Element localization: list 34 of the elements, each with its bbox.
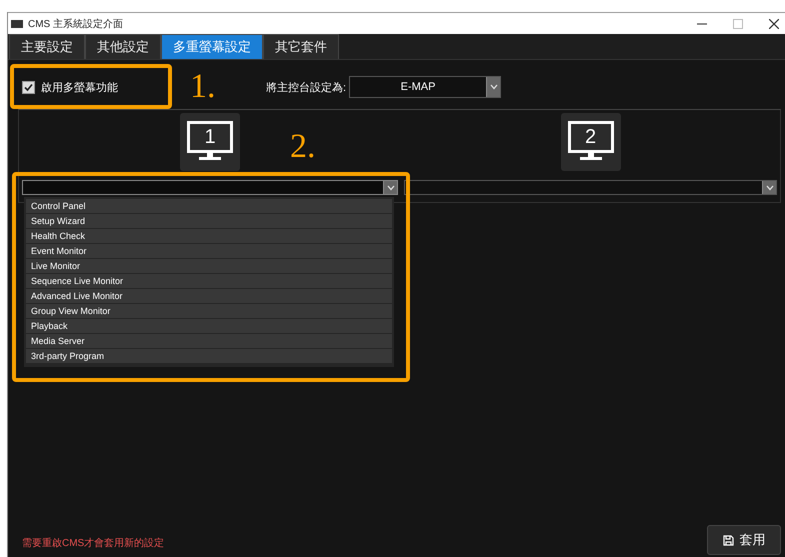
caret-icon bbox=[490, 84, 498, 90]
monitor-button[interactable]: 1 bbox=[180, 113, 240, 171]
dropdown-option[interactable]: Live Monitor bbox=[26, 259, 392, 273]
apply-button[interactable]: 套用 bbox=[707, 525, 781, 555]
dropdown-option[interactable]: 3rd-party Program bbox=[26, 349, 392, 363]
checkbox[interactable] bbox=[22, 80, 35, 94]
dropdown-option[interactable]: Group View Monitor bbox=[26, 304, 392, 318]
dropdown-option[interactable]: Event Monitor bbox=[26, 244, 392, 258]
app-logo-icon bbox=[11, 20, 23, 28]
annotation-number: 1. bbox=[190, 70, 216, 104]
caret-icon bbox=[766, 184, 774, 190]
tab[interactable]: 其它套件 bbox=[263, 34, 339, 59]
caret-icon bbox=[386, 184, 394, 190]
dropdown-option[interactable]: Health Check bbox=[26, 229, 392, 243]
close-icon[interactable] bbox=[769, 18, 779, 28]
dropdown-option[interactable]: Sequence Live Monitor bbox=[26, 274, 392, 288]
tab[interactable]: 主要設定 bbox=[9, 34, 85, 59]
main-console-dropdown[interactable]: E-MAP bbox=[349, 76, 502, 98]
window-title: CMS 主系統設定介面 bbox=[28, 18, 123, 30]
dropdown-option[interactable]: Setup Wizard bbox=[26, 214, 392, 228]
restart-notice: 需要重啟CMS才會套用新的設定 bbox=[22, 536, 164, 550]
dropdown-option[interactable]: Advanced Live Monitor bbox=[26, 289, 392, 303]
checkbox-label: 啟用多螢幕功能 bbox=[41, 80, 118, 94]
tab[interactable]: 其他設定 bbox=[85, 34, 161, 59]
monitor-button[interactable]: 2 bbox=[560, 113, 620, 171]
dropdown-option[interactable]: Control Panel bbox=[26, 199, 392, 213]
monitor-dropdown[interactable] bbox=[22, 180, 398, 195]
main-console-label: 將主控台設定為: bbox=[266, 80, 346, 94]
save-icon bbox=[722, 534, 734, 546]
annotation-number: 2. bbox=[290, 130, 316, 164]
monitor-dropdown[interactable] bbox=[404, 180, 777, 195]
tab[interactable]: 多重螢幕設定 bbox=[161, 34, 263, 59]
dropdown-option[interactable]: Playback bbox=[26, 319, 392, 333]
dropdown-option[interactable]: Media Server bbox=[26, 334, 392, 348]
